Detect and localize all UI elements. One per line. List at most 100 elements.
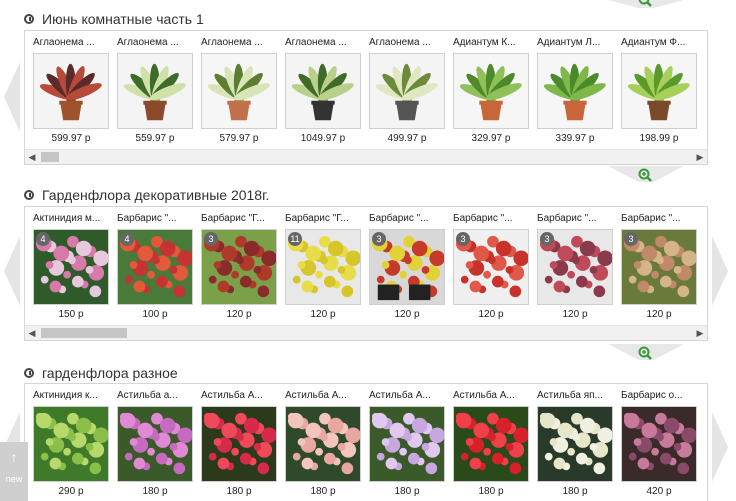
- product-thumbnail[interactable]: [117, 53, 193, 129]
- product-name[interactable]: Актинидия м...: [33, 213, 113, 227]
- product-name[interactable]: Аглаонема ...: [285, 37, 365, 51]
- product-name[interactable]: Барбарис "Г...: [201, 213, 281, 227]
- carousel-prev-arrow[interactable]: [4, 236, 20, 306]
- product-image[interactable]: [622, 407, 696, 481]
- product-thumbnail[interactable]: 11: [285, 229, 361, 305]
- product-name[interactable]: Астильба яп...: [537, 390, 617, 404]
- horizontal-scrollbar[interactable]: ◀ ▶: [25, 149, 707, 164]
- product-thumbnail[interactable]: [621, 406, 697, 482]
- product-card[interactable]: Барбарис "... 3 120 р: [369, 213, 449, 320]
- zoom-in-icon[interactable]: [638, 346, 652, 360]
- product-thumbnail[interactable]: [369, 53, 445, 129]
- product-thumbnail[interactable]: 3: [537, 229, 613, 305]
- scroll-left-icon[interactable]: ◀: [25, 326, 39, 340]
- product-card[interactable]: Аглаонема ... 499.97 р: [369, 37, 449, 144]
- product-name[interactable]: Аглаонема ...: [201, 37, 281, 51]
- scroll-up-button[interactable]: ↑ new: [0, 442, 28, 501]
- product-name[interactable]: Барбарис "...: [453, 213, 533, 227]
- product-card[interactable]: Барбарис "... 4 100 р: [117, 213, 197, 320]
- product-card[interactable]: Астильба А... 180 р: [285, 390, 365, 497]
- product-card[interactable]: Барбарис "... 3 120 р: [621, 213, 701, 320]
- product-card[interactable]: Астильба А... 180 р: [369, 390, 449, 497]
- zoom-in-icon[interactable]: [638, 168, 652, 182]
- carousel-next-arrow[interactable]: [712, 412, 728, 482]
- product-image[interactable]: [118, 407, 192, 481]
- product-name[interactable]: Барбарис "...: [117, 213, 197, 227]
- product-thumbnail[interactable]: [453, 53, 529, 129]
- product-card[interactable]: Астильба А... 180 р: [201, 390, 281, 497]
- product-thumbnail[interactable]: 4: [117, 229, 193, 305]
- product-name[interactable]: Астильба а...: [117, 390, 197, 404]
- scroll-right-icon[interactable]: ▶: [693, 150, 707, 164]
- scrollbar-thumb[interactable]: [41, 152, 59, 162]
- product-name[interactable]: Адиантум Ф...: [621, 37, 701, 51]
- product-name[interactable]: Барбарис "...: [621, 213, 701, 227]
- product-name[interactable]: Аглаонема ...: [369, 37, 449, 51]
- product-name[interactable]: Астильба А...: [369, 390, 449, 404]
- scroll-left-icon[interactable]: ◀: [25, 150, 39, 164]
- product-card[interactable]: Барбарис "Г... 11 120 р: [285, 213, 365, 320]
- product-name[interactable]: Адиантум К...: [453, 37, 533, 51]
- product-image[interactable]: [286, 54, 360, 128]
- scrollbar-thumb[interactable]: [41, 328, 127, 338]
- product-name[interactable]: Астильба А...: [201, 390, 281, 404]
- product-name[interactable]: Барбарис "Г...: [285, 213, 365, 227]
- product-name[interactable]: Астильба А...: [453, 390, 533, 404]
- product-card[interactable]: Барбарис "Г... 3 120 р: [201, 213, 281, 320]
- product-image[interactable]: [538, 407, 612, 481]
- product-card[interactable]: Актинидия к... 290 р: [33, 390, 113, 497]
- product-image[interactable]: [622, 54, 696, 128]
- product-name[interactable]: Астильба А...: [285, 390, 365, 404]
- scroll-right-icon[interactable]: ▶: [693, 326, 707, 340]
- product-card[interactable]: Астильба А... 180 р: [453, 390, 533, 497]
- product-name[interactable]: Барбарис "...: [537, 213, 617, 227]
- product-card[interactable]: Адиантум Л... 339.97 р: [537, 37, 617, 144]
- product-card[interactable]: Барбарис о... 420 р: [621, 390, 701, 497]
- product-image[interactable]: [118, 54, 192, 128]
- section-title-text[interactable]: Гарденфлора декоративные 2018г.: [42, 187, 269, 203]
- product-name[interactable]: Актинидия к...: [33, 390, 113, 404]
- product-card[interactable]: Астильба яп... 180 р: [537, 390, 617, 497]
- product-thumbnail[interactable]: [369, 406, 445, 482]
- product-name[interactable]: Барбарис о...: [621, 390, 701, 404]
- product-card[interactable]: Актинидия м... 4 150 р: [33, 213, 113, 320]
- product-card[interactable]: Астильба а... 180 р: [117, 390, 197, 497]
- product-name[interactable]: Аглаонема ...: [33, 37, 113, 51]
- product-name[interactable]: Барбарис "...: [369, 213, 449, 227]
- product-thumbnail[interactable]: [33, 53, 109, 129]
- product-thumbnail[interactable]: [33, 406, 109, 482]
- product-card[interactable]: Аглаонема ... 1049.97 р: [285, 37, 365, 144]
- product-card[interactable]: Барбарис "... 3 120 р: [537, 213, 617, 320]
- product-thumbnail[interactable]: 3: [453, 229, 529, 305]
- product-image[interactable]: [202, 407, 276, 481]
- product-thumbnail[interactable]: [453, 406, 529, 482]
- product-thumbnail[interactable]: [537, 53, 613, 129]
- product-thumbnail[interactable]: [201, 53, 277, 129]
- product-image[interactable]: [538, 54, 612, 128]
- product-thumbnail[interactable]: [285, 53, 361, 129]
- product-image[interactable]: [202, 54, 276, 128]
- product-image[interactable]: [454, 54, 528, 128]
- product-image[interactable]: [370, 54, 444, 128]
- product-card[interactable]: Адиантум Ф... 198.99 р: [621, 37, 701, 144]
- product-thumbnail[interactable]: [537, 406, 613, 482]
- product-thumbnail[interactable]: 3: [621, 229, 697, 305]
- product-name[interactable]: Аглаонема ...: [117, 37, 197, 51]
- product-image[interactable]: [454, 407, 528, 481]
- horizontal-scrollbar[interactable]: ◀ ▶: [25, 325, 707, 340]
- section-title-text[interactable]: Июнь комнатные часть 1: [42, 11, 204, 27]
- product-thumbnail[interactable]: [201, 406, 277, 482]
- product-image[interactable]: [34, 407, 108, 481]
- product-name[interactable]: Адиантум Л...: [537, 37, 617, 51]
- section-title-text[interactable]: гарденфлора разное: [42, 365, 178, 381]
- product-thumbnail[interactable]: 4: [33, 229, 109, 305]
- product-image[interactable]: [34, 54, 108, 128]
- product-card[interactable]: Барбарис "... 3 120 р: [453, 213, 533, 320]
- product-thumbnail[interactable]: [621, 53, 697, 129]
- zoom-in-icon[interactable]: [638, 0, 652, 7]
- product-image[interactable]: [286, 407, 360, 481]
- product-thumbnail[interactable]: [285, 406, 361, 482]
- product-card[interactable]: Аглаонема ... 599.97 р: [33, 37, 113, 144]
- product-card[interactable]: Адиантум К... 329.97 р: [453, 37, 533, 144]
- product-thumbnail[interactable]: 3: [201, 229, 277, 305]
